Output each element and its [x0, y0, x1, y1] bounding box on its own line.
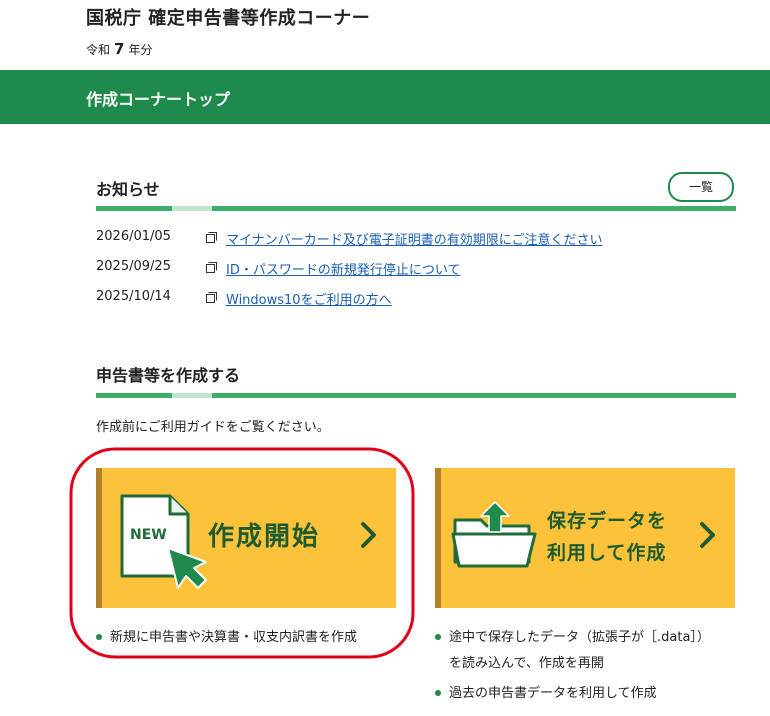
news-list-button[interactable]: 一覧: [668, 172, 734, 202]
start-new-button[interactable]: NEW 作成開始: [96, 468, 396, 608]
document-icon: [206, 262, 217, 273]
news-link[interactable]: ID・パスワードの新規発行停止について: [226, 259, 460, 278]
bullet-item: 新規に申告書や決算書・収支内訳書を作成: [96, 626, 357, 645]
card-edge: [96, 468, 102, 608]
chevron-right-icon: [361, 522, 376, 548]
news-date: 2026/01/05: [96, 229, 171, 244]
bullet-item: 過去の申告書データを利用して作成: [435, 682, 657, 701]
document-icon: [206, 232, 217, 243]
new-document-icon: NEW: [120, 494, 207, 589]
news-link[interactable]: マイナンバーカード及び電子証明書の有効期限にご注意ください: [226, 229, 602, 248]
news-date: 2025/09/25: [96, 259, 171, 274]
chevron-right-icon: [700, 522, 715, 548]
card-edge: [435, 468, 441, 608]
site-title: 国税庁 確定申告書等作成コーナー: [86, 8, 371, 29]
news-date: 2025/10/14: [96, 289, 171, 304]
saved-data-label-line1: 保存データを: [547, 510, 668, 532]
bullet-item: 途中で保存したデータ（拡張子が［.data］）: [435, 626, 710, 645]
year-number: 7: [114, 40, 125, 58]
use-saved-data-button[interactable]: 保存データを 利用して作成: [435, 468, 735, 608]
new-badge-text: NEW: [130, 527, 167, 543]
news-heading: お知らせ: [96, 180, 160, 199]
news-heading-underline: [96, 206, 736, 211]
nav-top-link[interactable]: 作成コーナートップ: [86, 86, 230, 110]
saved-data-label-line2: 利用して作成: [547, 542, 667, 564]
folder-upload-icon: [451, 501, 537, 568]
document-icon: [206, 292, 217, 303]
tax-year: 令和 7 年分: [86, 40, 152, 58]
nav-bar: 作成コーナートップ: [0, 70, 770, 124]
create-heading-underline: [96, 393, 736, 398]
create-heading: 申告書等を作成する: [96, 366, 241, 385]
year-suffix: 年分: [128, 43, 153, 57]
news-link[interactable]: Windows10をご利用の方へ: [226, 289, 392, 308]
start-new-label: 作成開始: [208, 522, 321, 552]
guide-notice: 作成前にご利用ガイドをご覧ください。: [96, 420, 330, 435]
bullet-continuation: を読み込んで、作成を再開: [449, 656, 604, 671]
year-prefix: 令和: [86, 43, 111, 57]
